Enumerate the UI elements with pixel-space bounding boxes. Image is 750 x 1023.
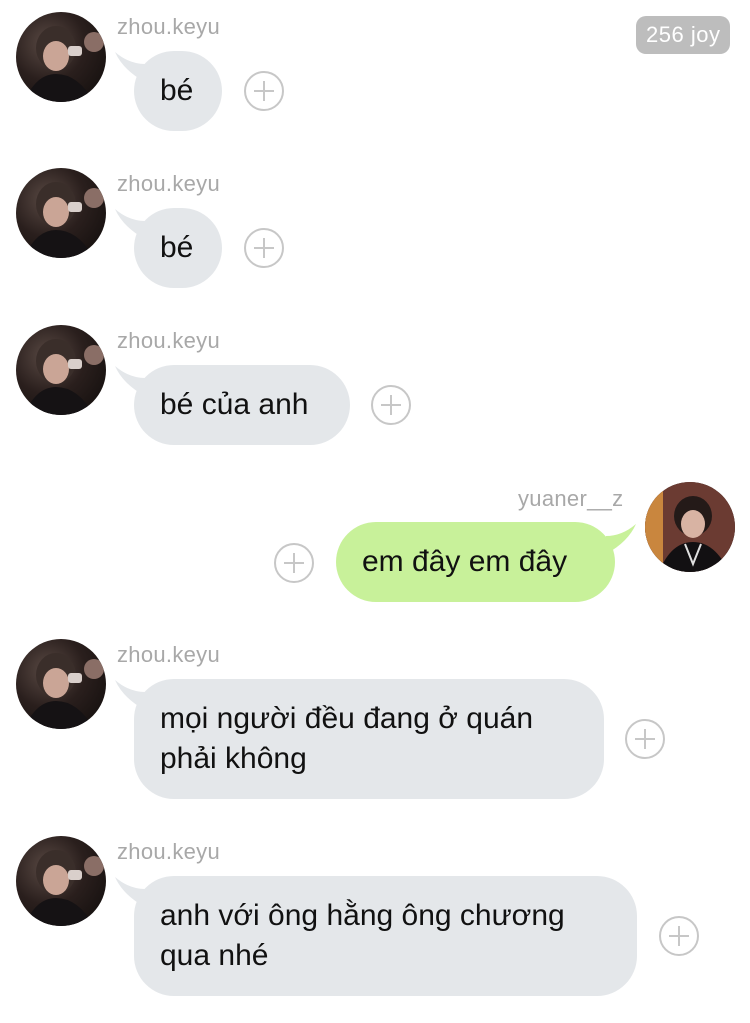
message-text: bé — [160, 74, 194, 107]
message-text: bé của anh — [160, 388, 309, 421]
add-reaction-button[interactable] — [625, 719, 665, 759]
message-text-line: anh với ông hằng ông chương — [160, 899, 565, 932]
avatar-photo-icon — [24, 26, 104, 102]
message-bubble[interactable]: bé — [134, 208, 222, 288]
message-bubble-outgoing[interactable]: em đây em đây — [336, 522, 615, 602]
avatar-zhou-keyu[interactable] — [16, 325, 106, 415]
sender-name: yuaner__z — [518, 486, 624, 511]
sender-name: zhou.keyu — [117, 839, 220, 864]
avatar-yuaner-z[interactable] — [645, 482, 735, 572]
add-reaction-button[interactable] — [659, 916, 699, 956]
sender-name: zhou.keyu — [117, 14, 220, 39]
sender-name: zhou.keyu — [117, 171, 220, 196]
joy-count-badge: 256 joy — [636, 16, 731, 54]
avatar-photo-icon — [24, 653, 104, 729]
add-reaction-button[interactable] — [274, 543, 314, 583]
add-reaction-button[interactable] — [371, 385, 411, 425]
message-bubble[interactable]: bé — [134, 51, 222, 131]
avatar-photo-icon — [24, 339, 104, 415]
avatar-photo-icon — [24, 182, 104, 258]
avatar-zhou-keyu[interactable] — [16, 168, 106, 258]
avatar-zhou-keyu[interactable] — [16, 836, 106, 926]
message-bubble[interactable]: mọi người đều đang ở quán phải không — [134, 679, 604, 799]
avatar-photo-icon — [645, 482, 735, 572]
sender-name: zhou.keyu — [117, 642, 220, 667]
message-text-line: phải không — [160, 742, 307, 775]
add-reaction-button[interactable] — [244, 71, 284, 111]
sender-name: zhou.keyu — [117, 328, 220, 353]
message-text: bé — [160, 231, 194, 264]
message-text-line: qua nhé — [160, 939, 269, 972]
avatar-zhou-keyu[interactable] — [16, 639, 106, 729]
message-text-line: mọi người đều đang ở quán — [160, 702, 534, 735]
avatar-zhou-keyu[interactable] — [16, 12, 106, 102]
message-text: em đây em đây — [362, 545, 568, 578]
message-bubble[interactable]: anh với ông hằng ông chương qua nhé — [134, 876, 637, 996]
message-bubble[interactable]: bé của anh — [134, 365, 350, 445]
avatar-photo-icon — [24, 850, 104, 926]
add-reaction-button[interactable] — [244, 228, 284, 268]
